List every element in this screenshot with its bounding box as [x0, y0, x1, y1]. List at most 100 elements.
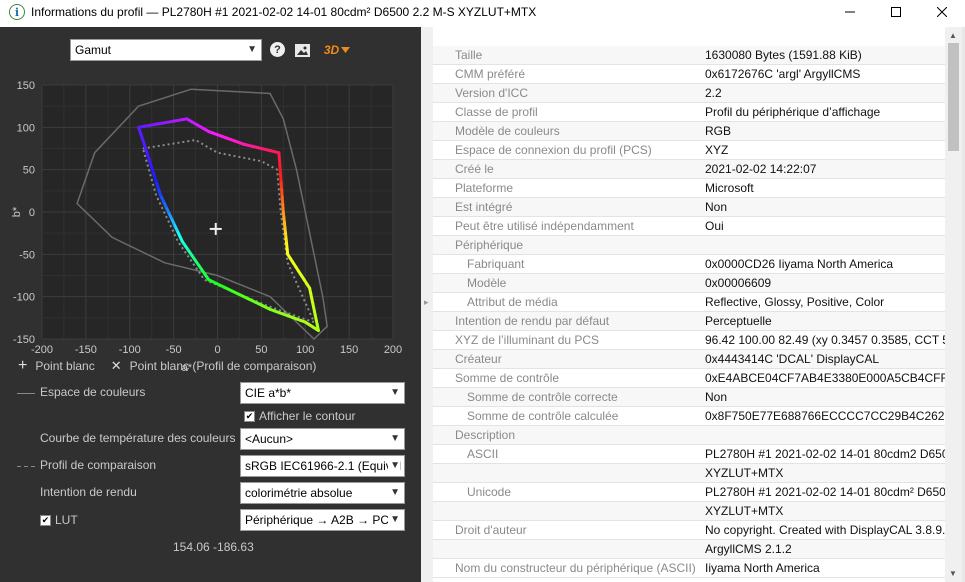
property-key: Somme de contrôle	[455, 371, 560, 385]
intent-value: colorimétrie absolue	[245, 486, 353, 500]
property-key: Droit d'auteur	[455, 523, 527, 537]
property-value: Non	[705, 390, 728, 404]
scroll-down-icon[interactable]: ▼	[949, 569, 957, 578]
y-axis-label: b*	[11, 206, 23, 217]
property-key: Version d'ICC	[455, 86, 528, 100]
temp-curve-value: <Aucun>	[245, 432, 294, 446]
property-row[interactable]: Unicode PL2780H #1 2021-02-02 14-01 80cdm…	[433, 483, 945, 502]
property-row[interactable]: XYZLUT+MTX	[433, 502, 945, 521]
compare-profile-select[interactable]: sRGB IEC61966-2.1 (Equival ▼	[240, 455, 405, 477]
property-row[interactable]: Droit d'auteur No copyright. Created with…	[433, 521, 945, 540]
property-key: Créé le	[455, 162, 494, 176]
x-tick-label: 100	[296, 344, 314, 356]
property-row[interactable]: Périphérique	[433, 236, 945, 255]
3d-view-button[interactable]: 3D	[320, 42, 354, 58]
colorspace-value: CIE a*b*	[245, 386, 292, 400]
chevron-down-icon: ▼	[388, 383, 400, 403]
title-bar: i Informations du profil — PL2780H #1 20…	[0, 0, 965, 24]
panel-splitter[interactable]: ▸	[421, 27, 433, 582]
property-key: Modèle	[467, 276, 507, 290]
temp-curve-select[interactable]: <Aucun> ▼	[240, 428, 405, 450]
property-value: PL2780H #1 2021-02-02 14-01 80cdm2 D6500…	[705, 447, 945, 461]
property-row[interactable]: Somme de contrôle correcte Non	[433, 388, 945, 407]
property-key: Espace de connexion du profil (PCS)	[455, 143, 652, 157]
chevron-down-icon: ▼	[388, 483, 400, 503]
y-tick-label: -150	[13, 334, 35, 346]
y-tick-label: 100	[17, 122, 35, 134]
info-icon: i	[9, 4, 25, 20]
property-row[interactable]: Taille 1630080 Bytes (1591.88 KiB)	[433, 46, 945, 65]
vertical-scrollbar[interactable]: ▲ ▼	[945, 27, 962, 582]
help-icon[interactable]: ?	[270, 42, 285, 57]
colorspace-select[interactable]: CIE a*b* ▼	[240, 382, 405, 404]
property-row[interactable]: Nom du constructeur du périphérique (ASC…	[433, 559, 945, 578]
y-tick-label: 50	[23, 165, 35, 177]
property-row[interactable]: Créé le 2021-02-02 14:22:07	[433, 160, 945, 179]
property-row[interactable]: Description	[433, 426, 945, 445]
property-key: Est intégré	[455, 200, 513, 214]
lut-checkbox[interactable]: ✔ LUT	[40, 513, 78, 527]
checkbox-checked-icon: ✔	[244, 411, 255, 423]
x-tick-label: 0	[214, 344, 220, 356]
image-icon[interactable]	[294, 42, 310, 58]
property-row[interactable]: XYZLUT+MTX	[433, 464, 945, 483]
property-row[interactable]: Version d'ICC 2.2	[433, 84, 945, 103]
property-key: ASCII	[467, 447, 499, 461]
window-controls	[827, 0, 965, 24]
property-row[interactable]: Classe de profil Profil du périphérique d…	[433, 103, 945, 122]
intent-select[interactable]: colorimétrie absolue ▼	[240, 482, 405, 504]
property-value: 0x00006609	[705, 276, 772, 290]
property-row[interactable]: Somme de contrôle 0xE4ABCE04CF7AB4E3380E0…	[433, 369, 945, 388]
property-value: 0x4443414C 'DCAL' DisplayCAL	[705, 352, 880, 366]
property-row[interactable]: ArgyllCMS 2.1.2	[433, 540, 945, 559]
show-outline-checkbox[interactable]: ✔ Afficher le contour	[244, 409, 356, 423]
dropdown-arrow-icon	[341, 47, 351, 53]
property-row[interactable]: Est intégré Non	[433, 198, 945, 217]
property-row[interactable]: Fabriquant 0x0000CD26 Iiyama North Americ…	[433, 255, 945, 274]
property-row[interactable]: Somme de contrôle calculée 0x8F750E77E688…	[433, 407, 945, 426]
property-row[interactable]: Espace de connexion du profil (PCS) XYZ	[433, 141, 945, 160]
property-value: Microsoft	[705, 181, 754, 195]
property-value: 1630080 Bytes (1591.88 KiB)	[705, 48, 862, 62]
minimize-button[interactable]	[827, 0, 873, 24]
property-value: PL2780H #1 2021-02-02 14-01 80cdm² D6500…	[705, 485, 945, 499]
lut-label: LUT	[55, 513, 78, 527]
x-tick-label: -150	[75, 344, 97, 356]
property-key: Intention de rendu par défaut	[455, 314, 610, 328]
property-key: Périphérique	[455, 238, 524, 252]
whitepoint-compare-label: Point blanc (Profil de comparaison)	[129, 359, 317, 373]
scrollbar-thumb[interactable]	[948, 43, 959, 151]
maximize-button[interactable]	[873, 0, 919, 24]
property-value: RGB	[705, 124, 732, 138]
property-row[interactable]: Intention de rendu par défaut Perceptuell…	[433, 312, 945, 331]
minimize-icon	[845, 11, 855, 13]
property-row[interactable]: XYZ de l’illuminant du PCS 96.42 100.00 8…	[433, 331, 945, 350]
property-row[interactable]: ASCII PL2780H #1 2021-02-02 14-01 80cdm2 …	[433, 445, 945, 464]
y-tick-label: 0	[29, 207, 35, 219]
close-button[interactable]	[919, 0, 965, 24]
property-key: CMM préféré	[455, 67, 526, 81]
property-value: Profil du périphérique d’affichage	[705, 105, 881, 119]
temp-curve-label: Courbe de température des couleurs	[40, 431, 236, 445]
chevron-down-icon: ▼	[388, 429, 400, 449]
property-row[interactable]: Attribut de média Reflective, Glossy, Pos…	[433, 293, 945, 312]
property-row[interactable]: Créateur 0x4443414C 'DCAL' DisplayCAL	[433, 350, 945, 369]
property-row[interactable]: Modèle 0x00006609	[433, 274, 945, 293]
lut-select[interactable]: Périphérique → A2B → PCS ▼	[240, 509, 405, 531]
property-value: 0x8F750E77E688766ECCCC7CC29B4C2625	[705, 409, 945, 423]
property-key: Somme de contrôle correcte	[467, 390, 618, 404]
close-icon	[937, 7, 947, 17]
gamut-plot[interactable]: -200 -150 -100 -50 0 50 100 150 200150100500-50-…	[0, 77, 421, 377]
compare-profile-value: sRGB IEC61966-2.1 (Equival	[245, 459, 402, 473]
property-value: Reflective, Glossy, Positive, Color	[705, 295, 885, 309]
property-row[interactable]: CMM préféré 0x6172676C 'argl' ArgyllCMS	[433, 65, 945, 84]
property-row[interactable]: Modèle de couleurs RGB	[433, 122, 945, 141]
lut-value: Périphérique → A2B → PCS	[245, 513, 398, 527]
property-row[interactable]: Peut être utilisé indépendamment Oui	[433, 217, 945, 236]
y-tick-label: 150	[17, 80, 35, 92]
property-key: Somme de contrôle calculée	[467, 409, 619, 423]
property-row[interactable]: Plateforme Microsoft	[433, 179, 945, 198]
view-select[interactable]: Gamut ▼	[70, 39, 262, 61]
property-key: Classe de profil	[455, 105, 538, 119]
scroll-up-icon[interactable]: ▲	[949, 31, 957, 40]
